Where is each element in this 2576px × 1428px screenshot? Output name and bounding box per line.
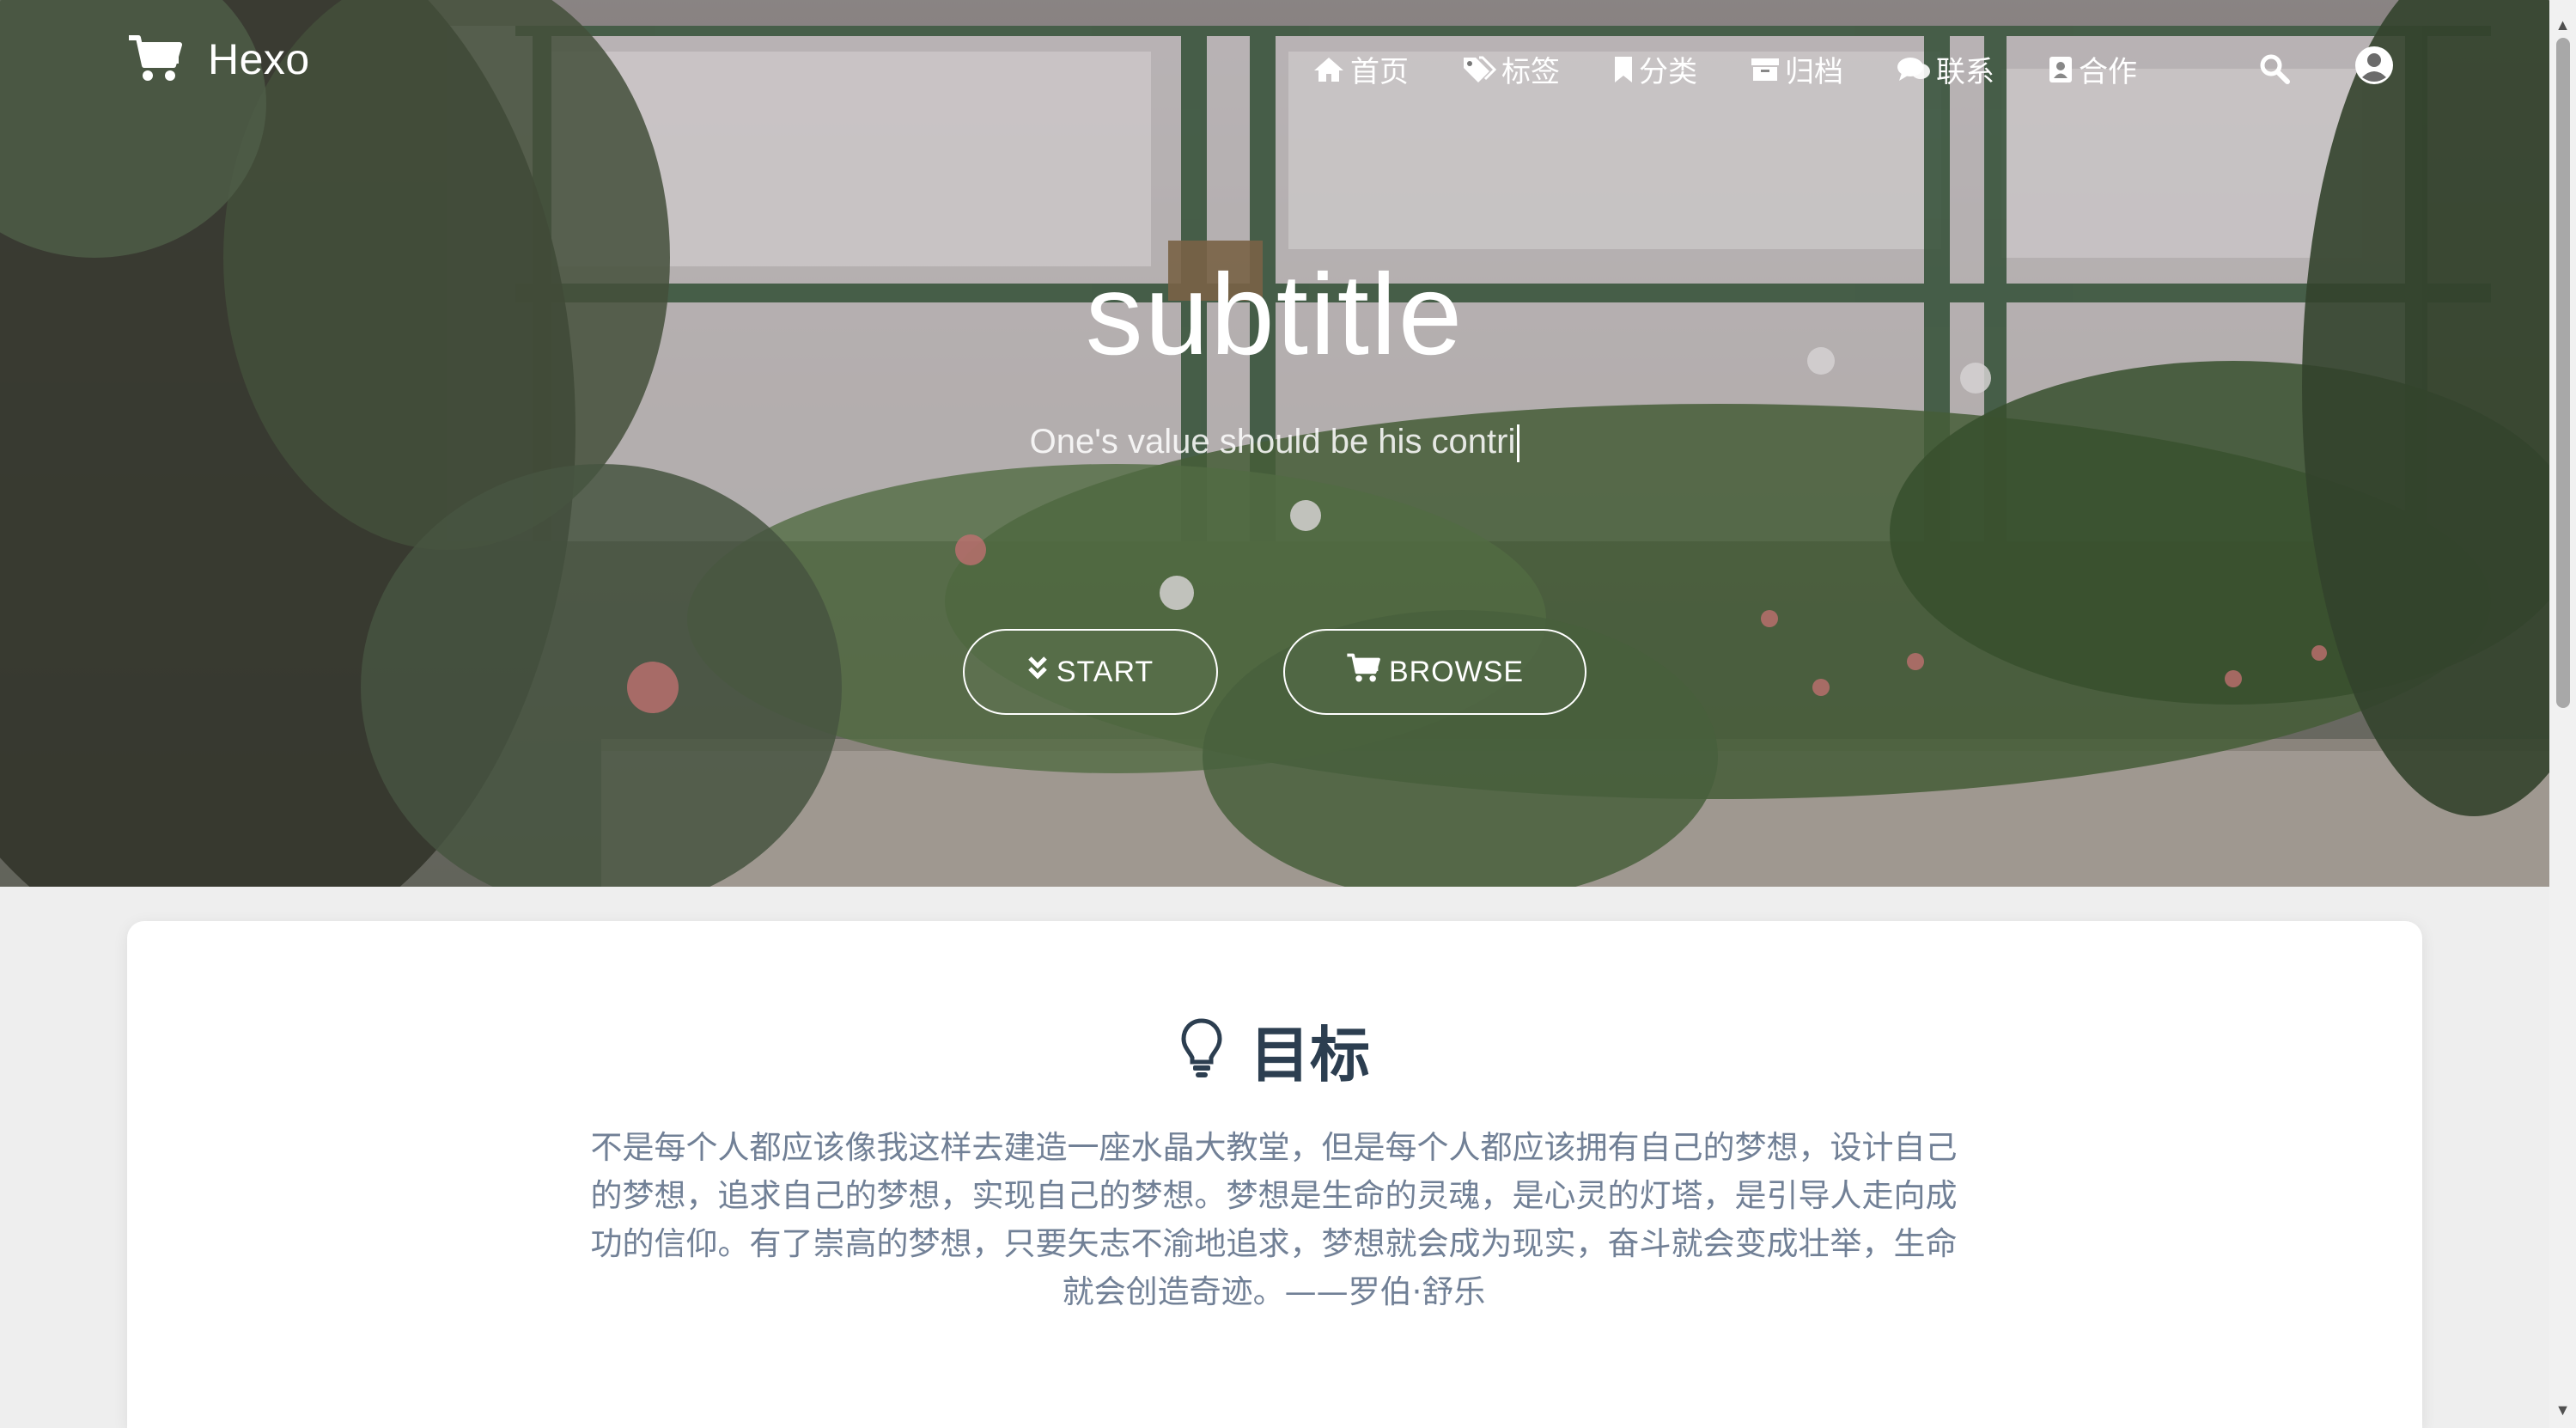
- goal-heading: 目标: [127, 1007, 2422, 1094]
- nav-item-home[interactable]: 首页: [1312, 48, 1409, 90]
- nav-item-tags[interactable]: 标签: [1462, 48, 1560, 90]
- scrollbar-thumb[interactable]: [2556, 38, 2570, 708]
- scroll-down-arrow-icon[interactable]: ▼: [2549, 1397, 2576, 1423]
- tags-icon: [1462, 55, 1496, 84]
- hero-title: subtitle: [1085, 251, 1465, 379]
- browse-button[interactable]: BROWSE: [1283, 629, 1586, 715]
- nav-item-label: 归档: [1785, 55, 1843, 89]
- shopping-cart-icon: [127, 34, 182, 84]
- nav-item-contact[interactable]: 联系: [1897, 48, 1994, 90]
- goal-title: 目标: [1250, 1020, 1370, 1090]
- nav-item-cooperation[interactable]: 合作: [2048, 48, 2137, 90]
- goal-card: 目标 不是每个人都应该像我这样去建造一座水晶大教堂，但是每个人都应该拥有自己的梦…: [127, 921, 2422, 1428]
- typed-text: One's value should be his contri: [1029, 423, 1516, 461]
- bookmark-icon: [1613, 55, 1634, 84]
- address-book-icon: [2048, 55, 2074, 84]
- lightbulb-icon: [1179, 1017, 1224, 1083]
- start-button[interactable]: START: [963, 629, 1218, 715]
- start-button-label: START: [1056, 655, 1154, 688]
- browse-button-label: BROWSE: [1388, 655, 1525, 688]
- comments-icon: [1897, 56, 1931, 83]
- goal-quote: 不是每个人都应该像我这样去建造一座水晶大教堂，但是每个人都应该拥有自己的梦想，设…: [590, 1129, 1958, 1310]
- nav-item-label: 合作: [2079, 55, 2137, 89]
- archive-icon: [1751, 57, 1780, 82]
- user-circle-icon: [2354, 46, 2395, 89]
- brand-name: Hexo: [208, 35, 310, 83]
- search-button[interactable]: [2259, 53, 2290, 88]
- typing-caret: [1517, 424, 1520, 463]
- page-scrollbar[interactable]: ▲ ▼: [2549, 0, 2576, 1428]
- home-icon: [1312, 56, 1345, 83]
- nav-item-label: 联系: [1936, 55, 1994, 89]
- nav-item-archives[interactable]: 归档: [1751, 48, 1843, 90]
- nav-item-label: 分类: [1639, 55, 1697, 89]
- nav-item-label: 标签: [1501, 55, 1560, 89]
- brand-link[interactable]: Hexo: [127, 34, 310, 84]
- shopping-cart-icon: [1346, 653, 1380, 692]
- angle-double-down-icon: [1027, 656, 1048, 689]
- scroll-up-arrow-icon[interactable]: ▲: [2549, 12, 2576, 38]
- search-icon: [2259, 54, 2290, 88]
- navbar: Hexo 首页 标签 分类 归档 联系 合作: [0, 0, 2549, 129]
- nav-item-label: 首页: [1350, 55, 1409, 89]
- hero-typed-subtitle: One's value should be his contri: [0, 423, 2549, 463]
- nav-item-categories[interactable]: 分类: [1613, 48, 1697, 90]
- hero-banner: Hexo 首页 标签 分类 归档 联系 合作 subtitle One's va…: [0, 0, 2549, 887]
- nav-menu: 首页 标签 分类 归档 联系 合作: [1312, 48, 2190, 90]
- user-button[interactable]: [2354, 45, 2395, 90]
